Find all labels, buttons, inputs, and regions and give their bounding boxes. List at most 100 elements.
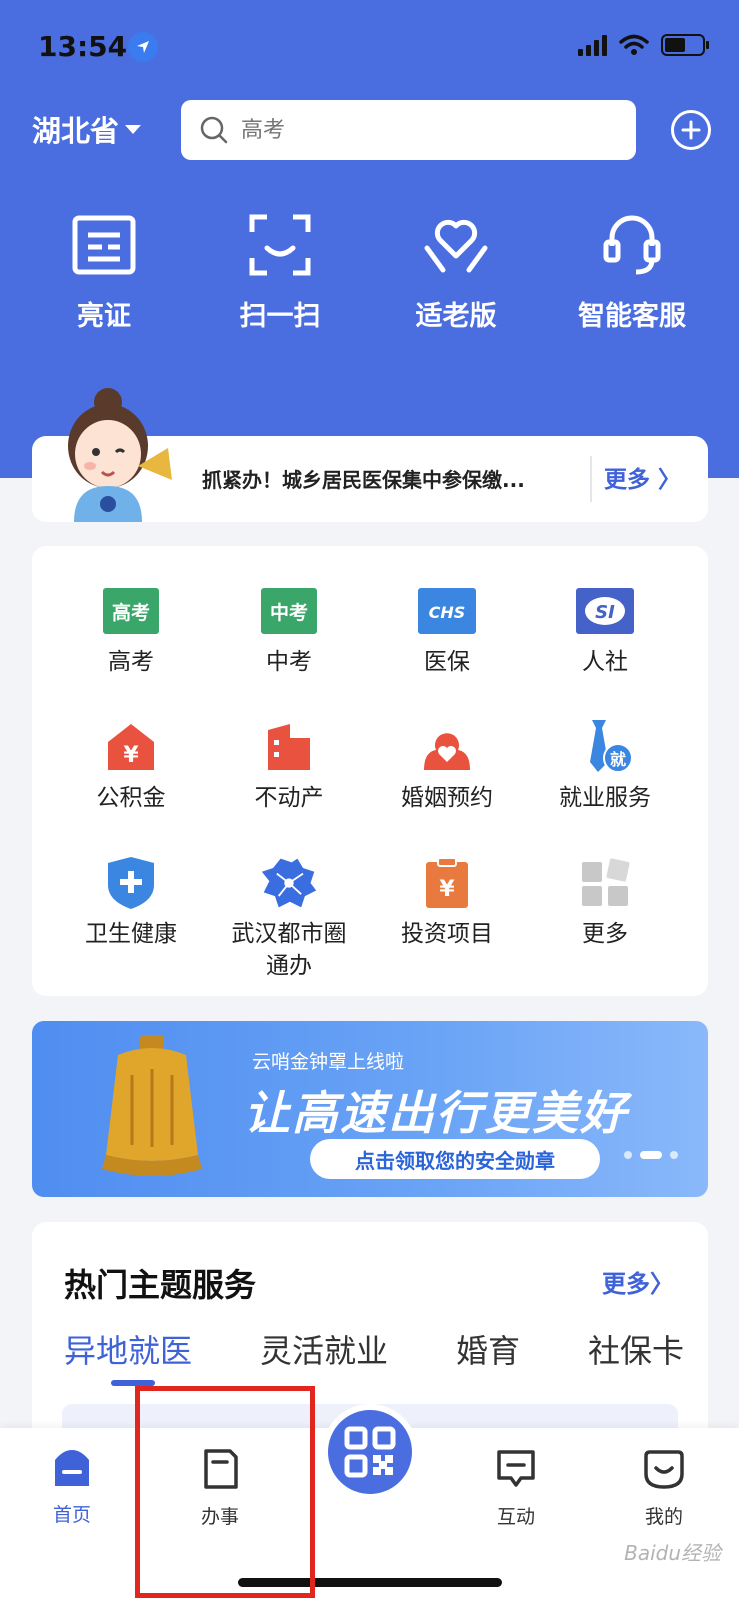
search-bar[interactable] (181, 100, 636, 160)
message-icon (497, 1450, 535, 1487)
employment-icon: 就 (576, 720, 634, 773)
id-card-icon (69, 210, 139, 280)
service-more[interactable]: 更多 (526, 858, 684, 950)
service-health[interactable]: 卫生健康 (52, 857, 210, 950)
service-label: 投资项目 (401, 921, 493, 947)
gaokao-icon: 高考 (102, 586, 160, 636)
nav-label: 首页 (52, 1504, 91, 1526)
housing-fund-badge-text: ¥ (123, 743, 139, 768)
service-medical-insurance[interactable]: CHS 医保 (368, 586, 526, 678)
quick-action-label: 智能客服 (578, 301, 686, 332)
employment-badge-text: 就 (610, 750, 626, 769)
status-bar: 13:54 (0, 0, 739, 92)
quick-action-label: 扫一扫 (239, 301, 321, 332)
service-housing-fund[interactable]: ¥ 公积金 (52, 722, 210, 814)
plus-icon (681, 120, 701, 140)
service-wuhan-metro-circle[interactable]: 武汉都市圈 通办 (210, 858, 368, 982)
province-selector[interactable]: 湖北省 (32, 108, 142, 150)
quick-actions: 亮证 扫一扫 适老版 智能客服 (0, 210, 739, 333)
chs-badge-text: CHS (429, 603, 466, 622)
bottom-navigation: 首页 办事 互动 我的 (0, 1404, 739, 1600)
nav-label: 互动 (496, 1506, 535, 1528)
si-badge-text: SI (595, 602, 615, 623)
service-label: 就业服务 (559, 785, 651, 811)
service-marriage-appointment[interactable]: 婚姻预约 (368, 722, 526, 814)
social-security-icon: SI (576, 586, 634, 636)
quick-action-elderly-mode[interactable]: 适老版 (368, 210, 544, 333)
services-grid: 高考 高考 中考 中考 CHS 医保 SI 人社 ¥ 公积金 不动产 婚姻预约 … (32, 546, 708, 996)
investment-icon: ¥ (418, 857, 476, 908)
status-indicators (578, 34, 709, 56)
notice-text: 抓紧办！城乡居民医保集中参保缴... (202, 468, 525, 492)
banner-title: 让高速出行更美好 (244, 1086, 628, 1140)
nav-interaction[interactable]: 互动 (466, 1448, 566, 1529)
tab-social-security-card[interactable]: 社保卡 (588, 1326, 684, 1372)
gaokao-badge-text: 高考 (112, 601, 150, 624)
quick-action-label: 适老版 (415, 301, 497, 332)
nav-label: 我的 (644, 1506, 683, 1528)
elderly-care-icon (421, 210, 491, 280)
section-title: 热门主题服务 (64, 1266, 257, 1304)
home-icon (55, 1450, 89, 1486)
notice-more-link[interactable]: 更多 〉 (604, 460, 681, 494)
banner-cta-button[interactable]: 点击领取您的安全勋章 (310, 1139, 600, 1179)
service-label: 医保 (424, 649, 470, 675)
service-label: 不动产 (254, 785, 324, 811)
service-label: 武汉都市圈 通办 (231, 921, 347, 979)
topics-more-link[interactable]: 更多〉 (602, 1264, 674, 1299)
promo-banner[interactable]: 云哨金钟罩上线啦 让高速出行更美好 点击领取您的安全勋章 (32, 1021, 708, 1197)
add-button[interactable] (671, 110, 711, 150)
profile-icon (644, 1450, 684, 1489)
highlight-annotation-box (135, 1386, 315, 1598)
zhongkao-icon: 中考 (260, 586, 318, 636)
service-social-security[interactable]: SI 人社 (526, 586, 684, 678)
battery-icon (661, 34, 709, 56)
nav-qr-code-button[interactable] (322, 1404, 418, 1500)
service-label: 卫生健康 (85, 921, 177, 947)
watermark: Baidu经验 (624, 1541, 721, 1565)
service-real-estate[interactable]: 不动产 (210, 722, 368, 814)
more-grid-icon (576, 858, 634, 908)
search-input[interactable] (241, 117, 601, 143)
search-icon (200, 116, 228, 144)
real-estate-icon (260, 722, 318, 772)
notice-bar[interactable]: 抓紧办！城乡居民医保集中参保缴... 更多 〉 (32, 388, 708, 522)
investment-badge-text: ¥ (439, 877, 455, 902)
notice-divider (590, 456, 592, 502)
caret-down-icon (125, 124, 142, 134)
location-arrow-icon (128, 32, 158, 62)
tab-remote-medical[interactable]: 异地就医 (64, 1326, 192, 1372)
service-gaokao[interactable]: 高考 高考 (52, 586, 210, 678)
health-icon (102, 857, 160, 909)
zhongkao-badge-text: 中考 (270, 601, 308, 624)
service-label: 中考 (266, 649, 312, 675)
tab-flexible-employment[interactable]: 灵活就业 (260, 1326, 388, 1372)
service-label: 公积金 (96, 785, 166, 811)
nav-home[interactable]: 首页 (22, 1448, 122, 1527)
cellular-signal-icon (578, 34, 607, 56)
service-label: 婚姻预约 (401, 785, 493, 811)
chs-icon: CHS (418, 586, 476, 636)
province-label: 湖北省 (32, 114, 120, 148)
nav-profile[interactable]: 我的 (614, 1448, 714, 1529)
mascot-image (68, 388, 172, 522)
service-label: 人社 (582, 649, 628, 675)
carousel-indicator (624, 1151, 678, 1159)
banner-subtitle: 云哨金钟罩上线啦 (252, 1051, 405, 1073)
tab-marriage-childbirth[interactable]: 婚育 (456, 1326, 520, 1372)
quick-action-customer-service[interactable]: 智能客服 (544, 210, 720, 333)
service-investment-project[interactable]: ¥ 投资项目 (368, 857, 526, 950)
service-zhongkao[interactable]: 中考 中考 (210, 586, 368, 678)
quick-action-label: 亮证 (77, 301, 131, 332)
wifi-icon (619, 34, 649, 55)
quick-action-show-id[interactable]: 亮证 (16, 210, 192, 333)
housing-fund-icon: ¥ (102, 722, 160, 772)
wuhan-map-icon (260, 858, 318, 908)
quick-action-scan[interactable]: 扫一扫 (192, 210, 368, 333)
service-label: 更多 (582, 921, 628, 947)
marriage-icon (418, 722, 476, 772)
topic-tabs: 异地就医 灵活就业 婚育 社保卡 (64, 1326, 684, 1372)
service-employment[interactable]: 就 就业服务 (526, 720, 684, 814)
service-label: 高考 (108, 649, 154, 675)
golden-bell-image (102, 1035, 202, 1176)
